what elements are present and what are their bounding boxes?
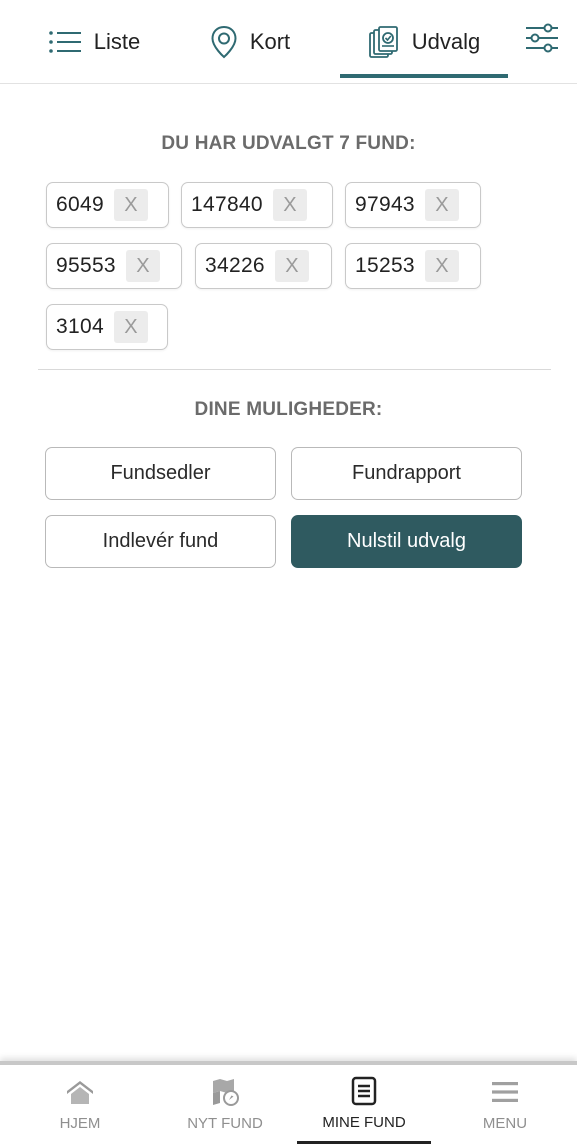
find-number: 95553 (56, 254, 116, 277)
find-number: 34226 (205, 254, 265, 277)
remove-find-button[interactable]: X (125, 250, 160, 282)
nav-label: HJEM (59, 1115, 101, 1132)
selected-find-chip: 34226 X (195, 243, 332, 289)
tab-liste[interactable]: Liste (34, 0, 154, 84)
fundsedler-button[interactable]: Fundsedler (45, 447, 276, 500)
remove-find-button[interactable]: X (113, 189, 148, 221)
app-screen: Liste Kort Udvalg DU HAR UDVALGT 7 FUND:… (0, 0, 577, 1144)
nav-item-nyt-fund[interactable]: NYT FUND (165, 1065, 285, 1144)
find-number: 15253 (355, 254, 415, 277)
remove-find-button[interactable]: X (424, 250, 459, 282)
options-title: DINE MULIGHEDER: (194, 399, 383, 420)
find-number: 97943 (355, 193, 415, 216)
home-icon (65, 1077, 95, 1107)
top-tab-bar: Liste Kort Udvalg (0, 0, 577, 84)
tab-kort[interactable]: Kort (195, 0, 305, 84)
filter-sliders-icon (524, 21, 560, 60)
tab-liste-label: Liste (93, 29, 141, 54)
map-pin-icon (210, 25, 238, 59)
nav-item-menu[interactable]: MENU (445, 1065, 565, 1144)
selected-find-chip: 3104 X (46, 304, 168, 350)
nav-label: MENU (482, 1115, 528, 1132)
filter-button[interactable] (522, 20, 562, 60)
selection-documents-icon (368, 25, 400, 59)
remove-find-button[interactable]: X (274, 250, 309, 282)
bottom-navigation: HJEM NYT FUND MINE FUND MENU (0, 1061, 577, 1144)
selected-find-chip: 95553 X (46, 243, 182, 289)
new-find-map-icon (210, 1077, 240, 1107)
nav-item-hjem[interactable]: HJEM (20, 1065, 140, 1144)
section-divider (38, 369, 551, 370)
find-number: 147840 (191, 193, 263, 216)
remove-find-button[interactable]: X (424, 189, 459, 221)
reset-selection-button[interactable]: Nulstil udvalg (291, 515, 522, 568)
list-icon (48, 29, 82, 55)
find-number: 6049 (56, 193, 104, 216)
remove-find-button[interactable]: X (272, 189, 307, 221)
nav-item-mine-fund[interactable]: MINE FUND (297, 1065, 431, 1144)
nav-label: NYT FUND (187, 1115, 263, 1132)
tab-udvalg[interactable]: Udvalg (340, 0, 508, 84)
submit-finds-button[interactable]: Indlevér fund (45, 515, 276, 568)
nav-label: MINE FUND (322, 1113, 406, 1131)
selected-find-chip: 6049 X (46, 182, 169, 228)
fundrapport-button[interactable]: Fundrapport (291, 447, 522, 500)
tab-kort-label: Kort (249, 29, 291, 54)
find-number: 3104 (56, 315, 104, 338)
my-finds-document-icon (351, 1076, 377, 1106)
selected-find-chip: 97943 X (345, 182, 481, 228)
selected-find-chip: 147840 X (181, 182, 333, 228)
menu-icon (491, 1077, 519, 1107)
selection-title: DU HAR UDVALGT 7 FUND: (161, 133, 416, 154)
selected-find-chip: 15253 X (345, 243, 481, 289)
tab-udvalg-label: Udvalg (411, 29, 481, 54)
remove-find-button[interactable]: X (113, 311, 148, 343)
